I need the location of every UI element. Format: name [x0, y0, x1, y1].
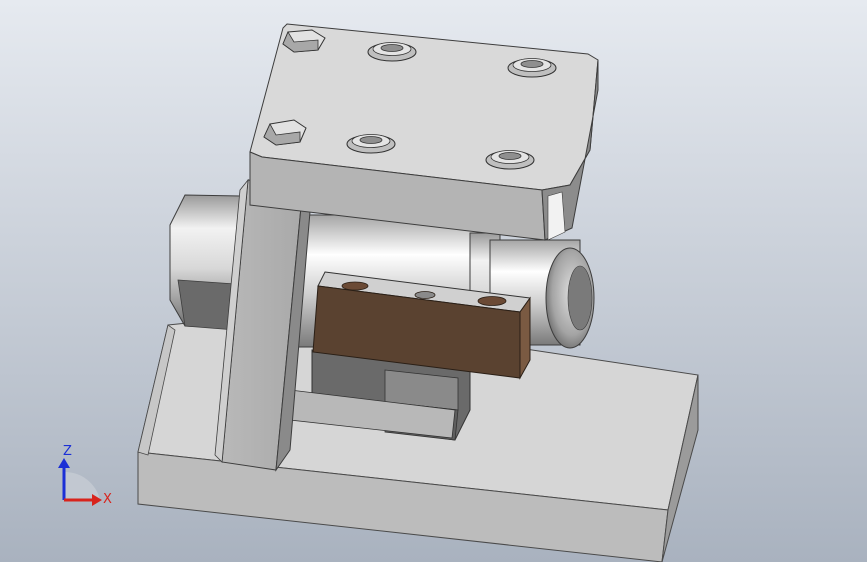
z-axis-label: Z: [63, 444, 72, 459]
model-canvas[interactable]: Z X: [0, 0, 867, 562]
counterbore-hole-1[interactable]: [367, 42, 417, 62]
hex-bolt-bottom-left[interactable]: [263, 119, 307, 146]
counterbore-hole-2[interactable]: [507, 58, 557, 78]
counterbore-hole-4[interactable]: [485, 150, 535, 170]
cad-3d-viewport[interactable]: Z X: [0, 0, 867, 562]
x-axis-label: X: [103, 492, 112, 507]
counterbore-hole-3[interactable]: [346, 134, 396, 154]
